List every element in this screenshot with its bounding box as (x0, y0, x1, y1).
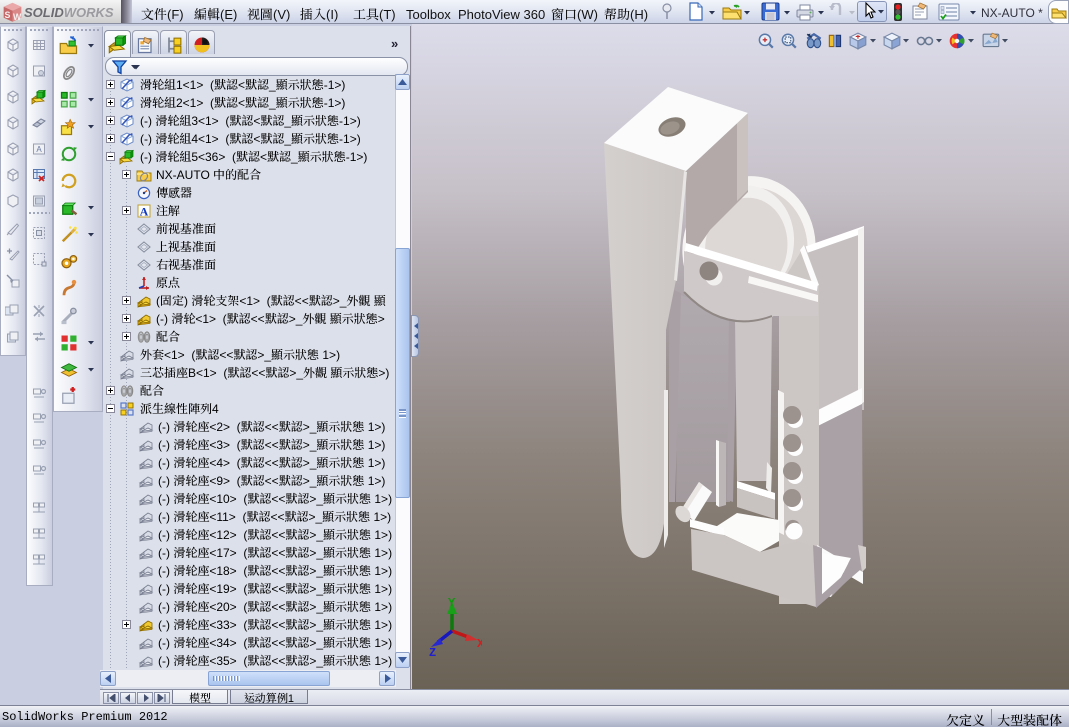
svg-text:A: A (36, 145, 42, 154)
svg-text:Z: Z (429, 646, 436, 660)
svg-text:S: S (5, 10, 11, 20)
svg-text:W: W (13, 12, 22, 22)
svg-text:X: X (477, 637, 482, 651)
svg-text:Y: Y (448, 596, 456, 610)
